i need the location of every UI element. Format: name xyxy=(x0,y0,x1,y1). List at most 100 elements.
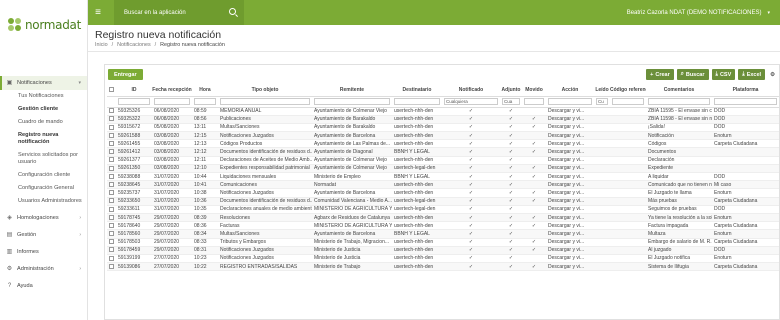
nav-sub-gestion-cliente[interactable]: Gestión cliente xyxy=(0,103,87,116)
filter-select[interactable]: Cua xyxy=(502,98,520,105)
filter-input[interactable] xyxy=(220,98,310,105)
filter-select[interactable] xyxy=(524,98,544,105)
filter-destinatario[interactable] xyxy=(392,96,442,108)
logo[interactable]: normadat xyxy=(0,0,87,50)
table-row[interactable]: 59235737 31/07/2020 10:38 Notificaciones Ju… xyxy=(107,188,779,198)
create-button[interactable]: + Crear xyxy=(646,69,674,80)
filter-input[interactable] xyxy=(648,98,710,105)
table-row[interactable]: 59139199 27/07/2020 10:23 Notificaciones Ju… xyxy=(107,254,779,264)
table-row[interactable]: 59315672 05/08/2020 13:11 Multas/Sanciones A… xyxy=(107,123,779,133)
row-checkbox[interactable] xyxy=(109,206,114,212)
filter-input[interactable] xyxy=(548,98,592,105)
table-row[interactable]: 59178503 29/07/2020 08:33 Tributos y Embarg… xyxy=(107,238,779,247)
search-button[interactable]: ⌕ Buscar xyxy=(676,69,709,80)
caret-down-icon[interactable]: ▾ xyxy=(767,10,780,16)
filter-comentarios[interactable] xyxy=(646,96,712,108)
filter-select[interactable]: Cualquiera xyxy=(444,98,498,105)
filter-leido[interactable]: Cu xyxy=(594,96,610,108)
table-row[interactable]: 59325322 06/08/2020 08:56 Publicaciones Ayun… xyxy=(107,115,779,124)
nav-sub-cuadro-mando[interactable]: Cuadro de mando xyxy=(0,116,87,129)
breadcrumb-inicio[interactable]: Inicio xyxy=(95,42,108,48)
col-adjunto[interactable]: Adjunto xyxy=(500,85,522,97)
row-checkbox[interactable] xyxy=(109,190,114,196)
breadcrumb-notificaciones[interactable]: Notificaciones xyxy=(117,42,151,48)
col-movido[interactable]: Movido xyxy=(522,85,546,97)
filter-input[interactable] xyxy=(394,98,440,105)
row-checkbox[interactable] xyxy=(109,231,114,237)
col-accion[interactable]: Acción xyxy=(546,85,594,97)
row-checkbox[interactable] xyxy=(109,157,114,163)
table-row[interactable]: 59261455 03/08/2020 12:13 Códigos Productos… xyxy=(107,139,779,149)
row-checkbox[interactable] xyxy=(109,141,114,147)
filter-codigo[interactable] xyxy=(610,96,646,108)
table-row[interactable]: 59178459 29/07/2020 08:31 Notificaciones Ju… xyxy=(107,246,779,255)
table-row[interactable]: 59261588 03/08/2020 12:15 Notificaciones Ju… xyxy=(107,131,779,141)
table-row[interactable]: 59233650 31/07/2020 10:36 Documentos identi… xyxy=(107,197,779,206)
col-destinatario[interactable]: Destinatario xyxy=(392,85,442,97)
nav-sub-servicios[interactable]: Servicios solicitados por usuario xyxy=(0,149,87,169)
nav-ayuda[interactable]: ? Ayuda xyxy=(0,280,87,292)
filter-notificado[interactable]: Cualquiera xyxy=(442,96,500,108)
col-hora[interactable]: Hora xyxy=(192,85,218,97)
filter-fecha[interactable] xyxy=(152,96,192,108)
row-checkbox[interactable] xyxy=(109,165,114,171)
filter-id[interactable] xyxy=(116,96,152,108)
table-row[interactable]: 59178560 29/07/2020 08:34 Multas/Sanciones A… xyxy=(107,229,779,239)
filter-hora[interactable] xyxy=(192,96,218,108)
filter-input[interactable] xyxy=(118,98,150,105)
nav-sub-config-cliente[interactable]: Configuración cliente xyxy=(0,169,87,182)
filter-accion[interactable] xyxy=(546,96,594,108)
excel-button[interactable]: ⤓ Excel xyxy=(738,69,766,80)
nav-administracion[interactable]: ⚙ Administración › xyxy=(0,263,87,275)
col-comentarios[interactable]: Comentarios xyxy=(646,85,712,97)
checkbox[interactable] xyxy=(109,87,114,93)
filter-remitente[interactable] xyxy=(312,96,392,108)
row-checkbox[interactable] xyxy=(109,263,114,269)
filter-input[interactable] xyxy=(314,98,390,105)
col-fecha[interactable]: Fecha recepción xyxy=(152,85,192,97)
row-checkbox[interactable] xyxy=(109,149,114,155)
filter-adjunto[interactable]: Cua xyxy=(500,96,522,108)
table-row[interactable]: 59139086 27/07/2020 10:22 REGISTRO ENTRADAS… xyxy=(107,262,779,272)
user-menu[interactable]: Beatriz Cazorla NDAT (DEMO NOTIFICACIONE… xyxy=(627,10,768,16)
table-row[interactable]: 59233611 31/07/2020 10:35 Declaraciones anu… xyxy=(107,205,779,214)
filter-select[interactable]: Cu xyxy=(596,98,608,105)
search-input[interactable]: Buscar en la aplicación xyxy=(114,0,244,25)
nav-sub-registro[interactable]: Registro nueva notificación xyxy=(0,129,87,149)
table-row[interactable]: 59238088 31/07/2020 10:44 Liquidaciones men… xyxy=(107,172,779,182)
row-checkbox[interactable] xyxy=(109,214,114,220)
row-checkbox[interactable] xyxy=(109,255,114,261)
row-checkbox[interactable] xyxy=(109,124,114,130)
col-notificado[interactable]: Notificado xyxy=(442,85,500,97)
row-checkbox[interactable] xyxy=(109,132,114,138)
nav-informes[interactable]: ▥ Informes xyxy=(0,246,87,258)
nav-sub-config-general[interactable]: Configuración General xyxy=(0,182,87,195)
row-checkbox[interactable] xyxy=(109,239,114,245)
row-checkbox[interactable] xyxy=(109,108,114,114)
table-row[interactable]: 59178745 29/07/2020 08:39 Resoluciones Agbar… xyxy=(107,213,779,223)
col-plataforma[interactable]: Plataforma xyxy=(712,85,779,97)
nav-notificaciones[interactable]: ▣ Notificaciones ▾ xyxy=(0,76,87,90)
table-row[interactable]: 59325326 06/08/2020 08:59 MEMORIA ANUAL Ayun… xyxy=(107,107,779,116)
nav-sub-tus-notificaciones[interactable]: Tus Notificaciones xyxy=(0,90,87,103)
nav-sub-usuarios[interactable]: Usuarios Administradores xyxy=(0,195,87,208)
nav-homologaciones[interactable]: ◈ Homologaciones › xyxy=(0,212,87,224)
table-row[interactable]: 59261350 03/08/2020 12:10 Expedientes respo… xyxy=(107,164,779,174)
table-row[interactable]: 59261412 03/08/2020 12:12 Documentos identi… xyxy=(107,147,779,157)
col-leido[interactable]: Leído xyxy=(594,85,610,97)
table-row[interactable]: 59238645 31/07/2020 10:41 Comunicaciones Nor… xyxy=(107,180,779,190)
filter-input[interactable] xyxy=(194,98,216,105)
col-codigo[interactable]: Código referencia xyxy=(610,85,646,97)
filter-movido[interactable] xyxy=(522,96,546,108)
nav-gestion[interactable]: ▤ Gestión › xyxy=(0,229,87,241)
filter-input[interactable] xyxy=(154,98,190,105)
table-row[interactable]: 59261377 03/08/2020 12:11 Declaraciones de … xyxy=(107,156,779,165)
select-all-checkbox[interactable] xyxy=(107,85,116,97)
filter-tipo[interactable] xyxy=(218,96,312,108)
row-checkbox[interactable] xyxy=(109,173,114,179)
filter-input[interactable] xyxy=(612,98,644,105)
col-id[interactable]: ID xyxy=(116,85,152,97)
filter-plataforma[interactable] xyxy=(712,96,779,108)
row-checkbox[interactable] xyxy=(109,116,114,122)
csv-button[interactable]: ⤓ CSV xyxy=(711,69,736,80)
